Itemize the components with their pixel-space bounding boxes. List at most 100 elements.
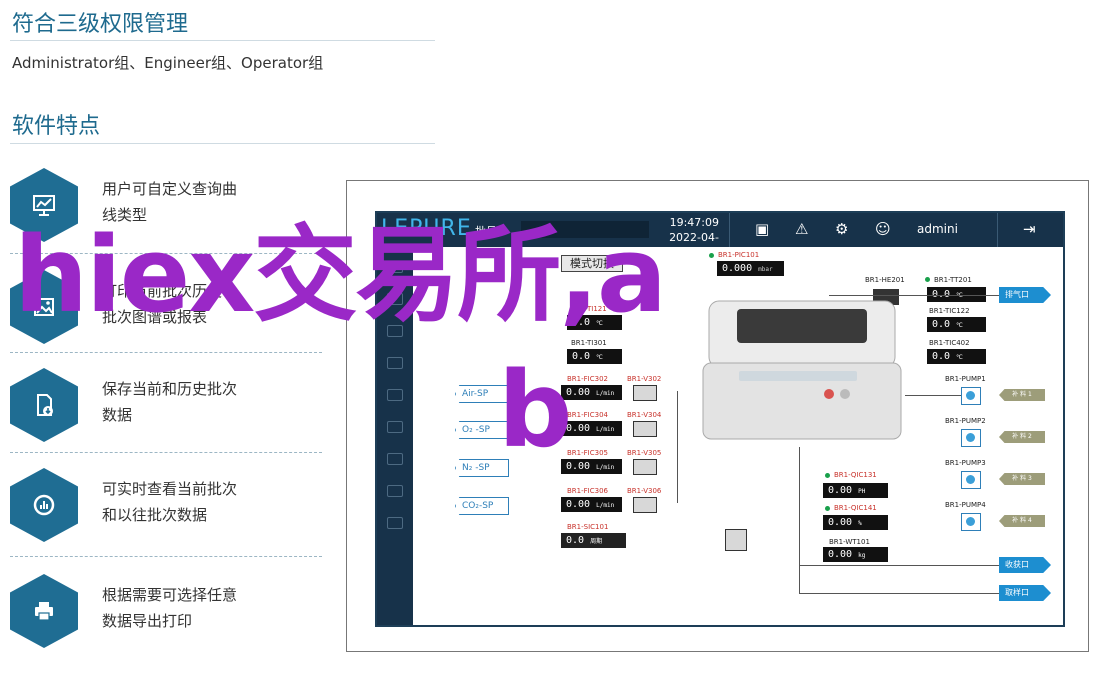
pump3-tag: BR1-PUMP3: [945, 459, 986, 467]
feature-text: 保存当前和历史批次 数据: [102, 376, 272, 428]
v302-tag: BR1-V302: [627, 375, 662, 383]
fic306-value: 0.00 L/min: [561, 497, 622, 512]
tic402-number: 0.0: [932, 351, 951, 362]
fic305-tag: BR1-FIC305: [567, 449, 608, 457]
valve-v305[interactable]: [633, 459, 657, 475]
fic306-tag: BR1-FIC306: [567, 487, 608, 495]
user-icon[interactable]: ☺: [875, 220, 891, 238]
harvest-port-label[interactable]: 收获口: [999, 557, 1051, 573]
tic402-value: 0.0 ℃: [927, 349, 986, 364]
feature-item-save-data: 保存当前和历史批次 数据: [10, 368, 330, 448]
username[interactable]: admini: [917, 222, 958, 236]
feature-line: 保存当前和历史批次: [102, 380, 238, 398]
valve-v302[interactable]: [633, 385, 657, 401]
pic101-unit: mbar: [758, 266, 773, 273]
he201-tag: BR1-HE201: [865, 276, 905, 284]
section-title-features: 软件特点: [12, 114, 101, 139]
exhaust-port-label[interactable]: 排气口: [999, 287, 1051, 303]
feed1-label: 补 料 1: [999, 389, 1045, 401]
pic101-number: 0.000: [722, 263, 753, 274]
monitor-icon[interactable]: ▣: [755, 220, 769, 238]
alarm-icon[interactable]: ⚠: [795, 220, 808, 238]
gear-icon[interactable]: ⚙: [835, 220, 848, 238]
fic306-number: 0.00: [566, 499, 591, 510]
pipe-line: [905, 395, 961, 396]
fic302-unit: L/min: [596, 390, 615, 397]
ti301-unit: ℃: [596, 354, 603, 361]
sidebar-item-log[interactable]: [387, 357, 403, 369]
fic304-tag: BR1-FIC304: [567, 411, 608, 419]
logout-icon[interactable]: ⇥: [1023, 220, 1036, 238]
sidebar-item-user[interactable]: [387, 389, 403, 401]
gauge-icon: [10, 468, 78, 542]
tt201-tag: BR1-TT201: [934, 276, 972, 284]
pump1-button[interactable]: [961, 387, 981, 405]
sidebar-item-print[interactable]: [387, 453, 403, 465]
tic122-value: 0.0 ℃: [927, 317, 986, 332]
feature-line: 用户可自定义查询曲: [102, 180, 238, 198]
agitator-motor[interactable]: [725, 529, 747, 551]
qic141-number: 0.00: [828, 517, 853, 528]
feed2-label: 补 料 2: [999, 431, 1045, 443]
toolbar-separator: [729, 213, 730, 247]
v305-tag: BR1-V305: [627, 449, 662, 457]
sidebar-item-settings[interactable]: [387, 421, 403, 433]
feature-line: 根据需要可选择任意: [102, 586, 238, 604]
sic101-number: 0.0: [566, 535, 585, 546]
permissions-groups-text: Administrator组、Engineer组、Operator组: [12, 54, 324, 72]
fic302-tag: BR1-FIC302: [567, 375, 608, 383]
section-divider: [10, 143, 435, 144]
pic101-value: 0.000 mbar: [717, 261, 784, 276]
tic122-tag: BR1-TIC122: [929, 307, 970, 315]
sic101-value: 0.0 周期: [561, 533, 626, 548]
sic101-tag: BR1-SIC101: [567, 523, 609, 531]
toolbar-separator: [997, 213, 998, 247]
pump2-button[interactable]: [961, 429, 981, 447]
pipe-line: [677, 391, 678, 503]
tic402-unit: ℃: [956, 354, 963, 361]
wt101-tag: BR1-WT101: [829, 538, 870, 546]
wt101-value: 0.00 kg: [823, 547, 888, 562]
feature-text: 根据需要可选择任意 数据导出打印: [102, 582, 272, 634]
status-dot: [709, 253, 714, 258]
fic304-unit: L/min: [596, 426, 615, 433]
v306-tag: BR1-V306: [627, 487, 662, 495]
feature-item-realtime: 可实时查看当前批次 和以往批次数据: [10, 468, 330, 548]
watermark-text: hiex交易所,a: [14, 214, 667, 336]
valve-v304[interactable]: [633, 421, 657, 437]
tic122-number: 0.0: [932, 319, 951, 330]
fic305-unit: L/min: [596, 464, 615, 471]
pump1-tag: BR1-PUMP1: [945, 375, 986, 383]
qic131-unit: PH: [858, 488, 866, 495]
pump2-tag: BR1-PUMP2: [945, 417, 986, 425]
qic141-unit: %: [858, 520, 862, 527]
pump3-button[interactable]: [961, 471, 981, 489]
printer-icon: [10, 574, 78, 648]
status-dot: [825, 473, 830, 478]
feature-divider: [10, 352, 322, 353]
pipe-line: [829, 295, 999, 296]
status-dot: [825, 506, 830, 511]
co2-sp-input[interactable]: CO₂-SP: [455, 497, 509, 515]
section-divider: [10, 40, 435, 41]
bioreactor-device-image: [699, 297, 905, 445]
sic101-unit: 周期: [590, 538, 603, 545]
sample-port-label[interactable]: 取样口: [999, 585, 1051, 601]
feature-divider: [10, 452, 322, 453]
pipe-line: [799, 593, 999, 594]
feature-line: 可实时查看当前批次: [102, 480, 238, 498]
feed4-label: 补 料 4: [999, 515, 1045, 527]
valve-v306[interactable]: [633, 497, 657, 513]
sidebar-item-info[interactable]: [387, 517, 403, 529]
qic141-value: 0.00 %: [823, 515, 888, 530]
section-title-permissions: 符合三级权限管理: [12, 12, 189, 37]
wt101-number: 0.00: [828, 549, 853, 560]
feature-text: 可实时查看当前批次 和以往批次数据: [102, 476, 272, 528]
pump4-button[interactable]: [961, 513, 981, 531]
file-download-icon: [10, 368, 78, 442]
ti301-number: 0.0: [572, 351, 591, 362]
sidebar-item-tools[interactable]: [387, 485, 403, 497]
v304-tag: BR1-V304: [627, 411, 662, 419]
ti301-tag: BR1-TI301: [571, 339, 607, 347]
tic122-unit: ℃: [956, 322, 963, 329]
